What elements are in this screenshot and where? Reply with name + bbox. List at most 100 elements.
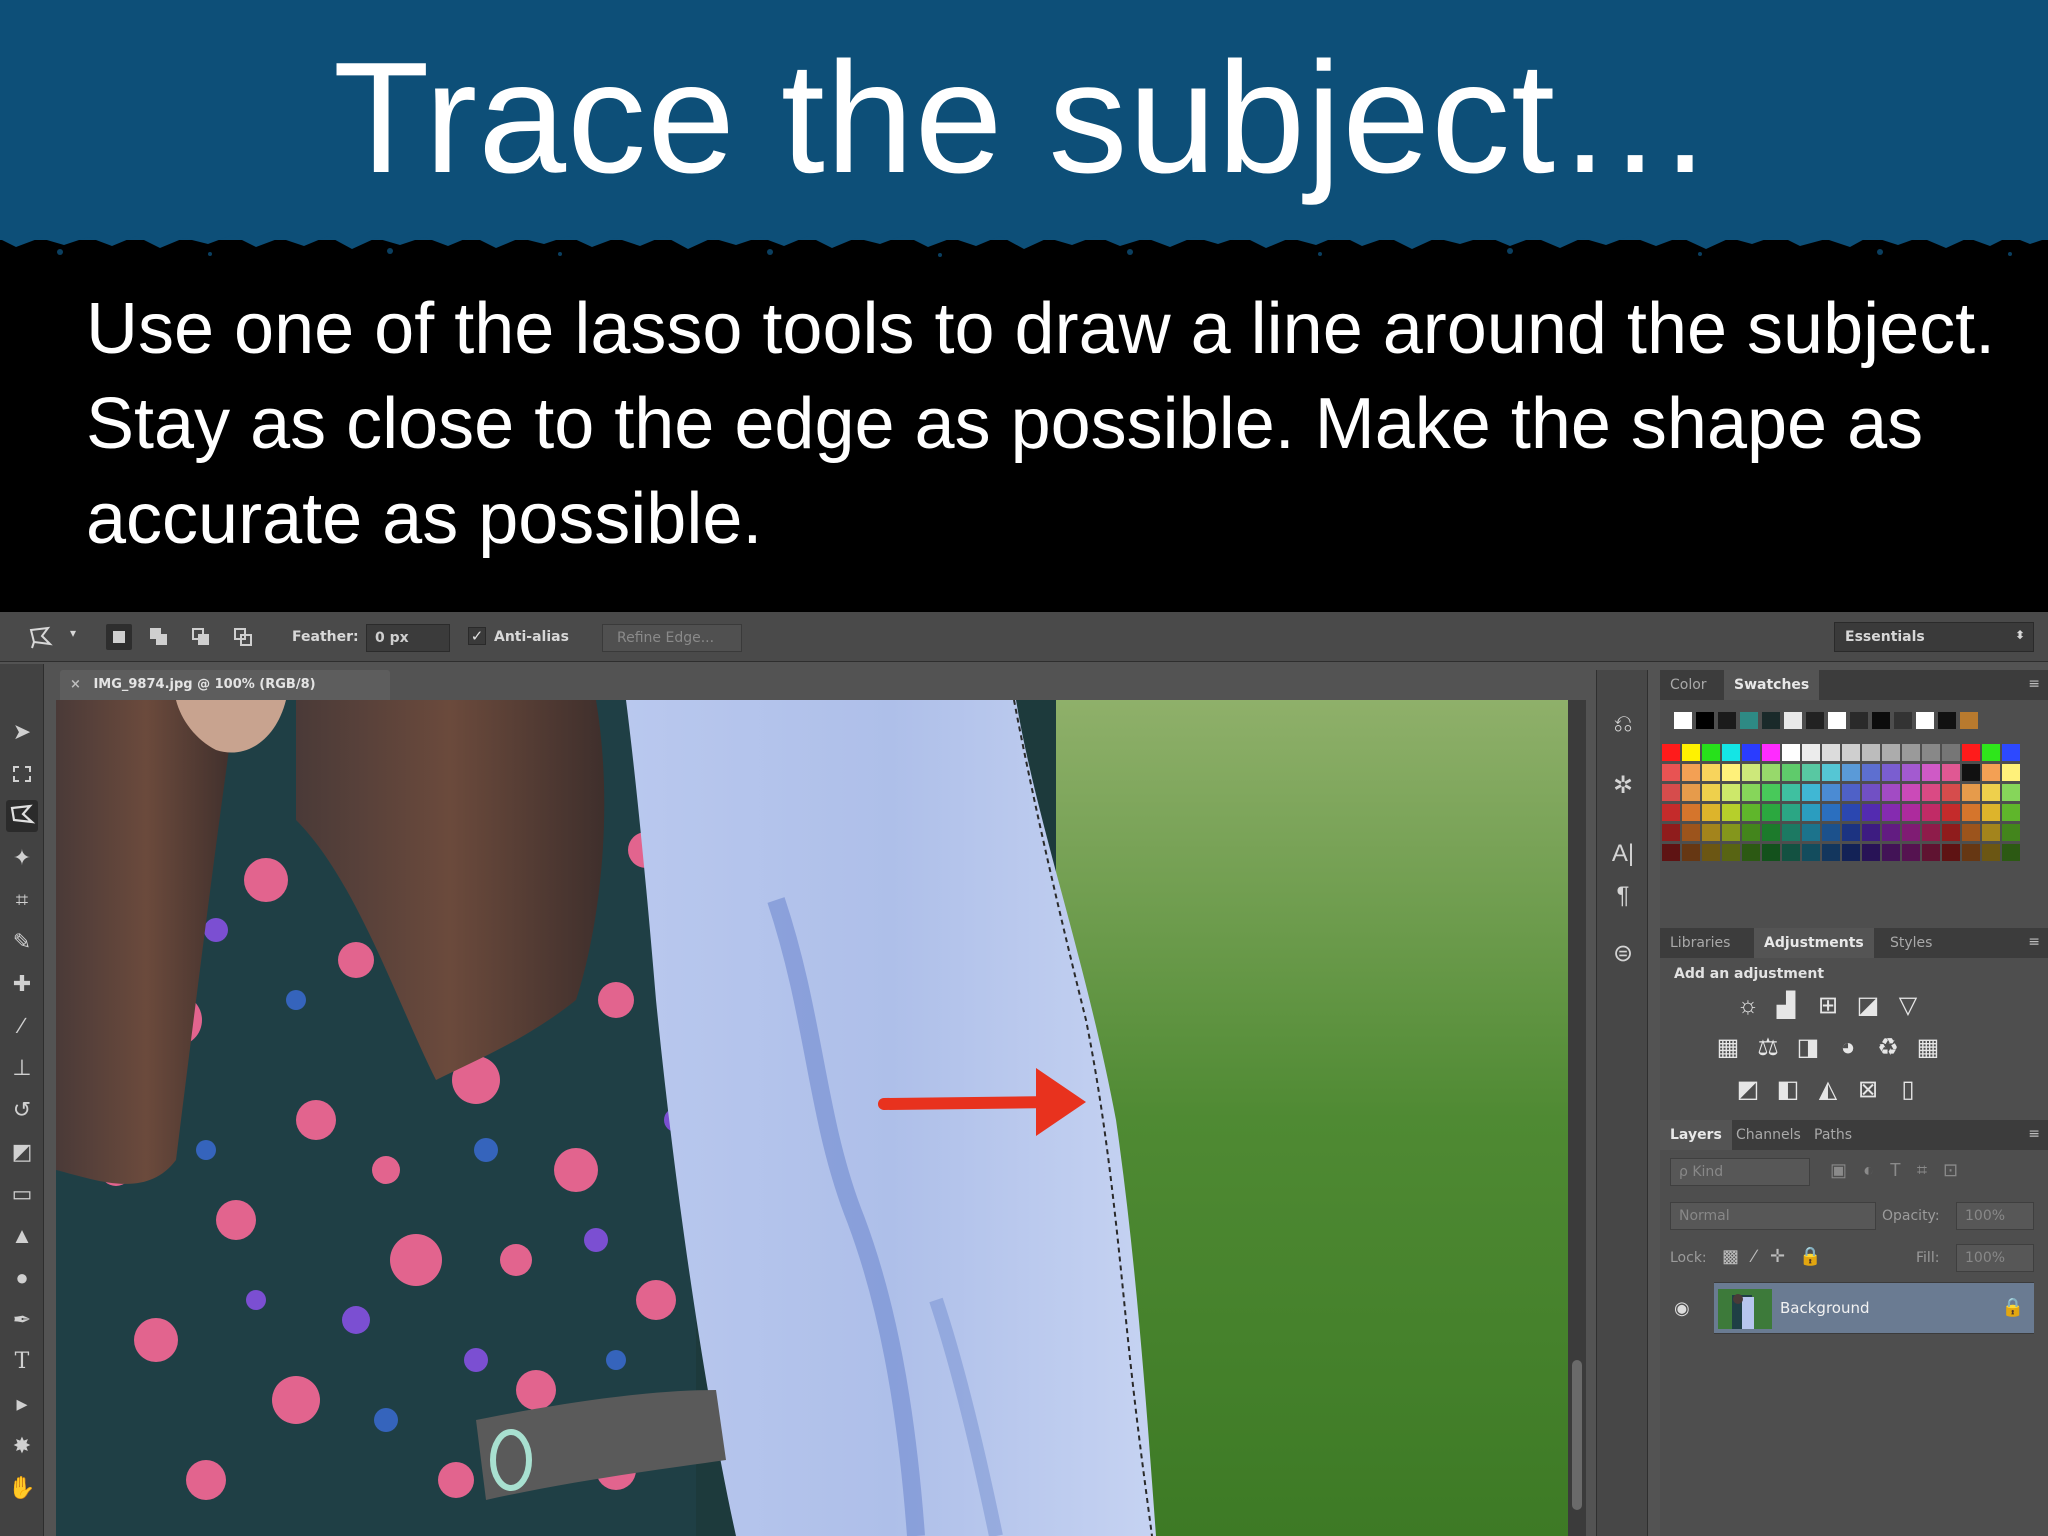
swatch[interactable] <box>1862 804 1880 821</box>
swatch[interactable] <box>1702 764 1720 781</box>
threshold-icon[interactable]: ◭ <box>1814 1076 1842 1104</box>
swatch[interactable] <box>1702 844 1720 861</box>
hand-tool-icon[interactable]: ✋ <box>6 1472 38 1504</box>
swatch[interactable] <box>1722 844 1740 861</box>
swatch[interactable] <box>2002 844 2020 861</box>
tool-preset-chevron-icon[interactable]: ▾ <box>70 626 76 640</box>
swatch[interactable] <box>1802 824 1820 841</box>
workspace-select[interactable]: Essentials ⬍ <box>1834 622 2034 652</box>
swatch[interactable] <box>2002 744 2020 761</box>
invert-icon[interactable]: ◩ <box>1734 1076 1762 1104</box>
swatch[interactable] <box>1942 844 1960 861</box>
curves-icon[interactable]: ⊞ <box>1814 992 1842 1020</box>
layer-filter-icons[interactable]: ▣◐T⌗⊡ <box>1830 1160 1974 1181</box>
custom-shape-tool-icon[interactable]: ✸ <box>6 1430 38 1462</box>
crop-tool-icon[interactable]: ⌗ <box>6 884 38 916</box>
swatch[interactable] <box>1862 744 1880 761</box>
swatch[interactable] <box>1702 784 1720 801</box>
swatch[interactable] <box>1782 784 1800 801</box>
swatch[interactable] <box>1982 744 2000 761</box>
swatch[interactable] <box>2002 764 2020 781</box>
pen-tool-icon[interactable]: ✒ <box>6 1304 38 1336</box>
swatch[interactable] <box>1722 764 1740 781</box>
swatch[interactable] <box>1882 784 1900 801</box>
color-balance-icon[interactable]: ⚖ <box>1754 1034 1782 1062</box>
swatch[interactable] <box>1942 824 1960 841</box>
swatch[interactable] <box>1782 824 1800 841</box>
swatch[interactable] <box>1662 804 1680 821</box>
swatch[interactable] <box>1822 744 1840 761</box>
swatch[interactable] <box>2002 824 2020 841</box>
swatch[interactable] <box>1682 784 1700 801</box>
swatch[interactable] <box>1802 844 1820 861</box>
panel-menu-icon[interactable]: ≡ <box>2028 934 2040 950</box>
swatch[interactable] <box>1982 824 2000 841</box>
swatch[interactable] <box>1922 784 1940 801</box>
swatch[interactable] <box>1702 744 1720 761</box>
swatch[interactable] <box>1962 764 1980 781</box>
swatch[interactable] <box>1842 824 1860 841</box>
swatch[interactable] <box>1682 824 1700 841</box>
swatch[interactable] <box>1722 784 1740 801</box>
exposure-icon[interactable]: ◪ <box>1854 992 1882 1020</box>
swatch[interactable] <box>1922 764 1940 781</box>
tab-libraries[interactable]: Libraries <box>1660 928 1740 958</box>
swatch[interactable] <box>1762 744 1780 761</box>
swatch[interactable] <box>1922 804 1940 821</box>
color-lookup-icon[interactable]: ▦ <box>1914 1034 1942 1062</box>
selective-color-icon[interactable]: ⊠ <box>1854 1076 1882 1104</box>
swatch[interactable] <box>1962 824 1980 841</box>
panel-menu-icon[interactable]: ≡ <box>2028 1126 2040 1142</box>
swatch[interactable] <box>2002 804 2020 821</box>
swatch[interactable] <box>1962 844 1980 861</box>
subtract-from-selection-icon[interactable] <box>188 624 214 650</box>
canvas-scrollbar[interactable] <box>1568 700 1586 1536</box>
swatch[interactable] <box>1762 784 1780 801</box>
swatch[interactable] <box>1822 804 1840 821</box>
swatch[interactable] <box>1962 804 1980 821</box>
swatch[interactable] <box>1982 764 2000 781</box>
tab-styles[interactable]: Styles <box>1880 928 1942 958</box>
healing-brush-tool-icon[interactable]: ✚ <box>6 968 38 1000</box>
swatch[interactable] <box>1902 844 1920 861</box>
refine-edge-button[interactable]: Refine Edge... <box>602 624 742 652</box>
posterize-icon[interactable]: ◧ <box>1774 1076 1802 1104</box>
swatch[interactable] <box>1822 764 1840 781</box>
swatch[interactable] <box>1662 784 1680 801</box>
brightness-contrast-icon[interactable]: ☼ <box>1734 992 1762 1020</box>
lock-options-icons[interactable]: ▩∕✛🔒 <box>1722 1246 1836 1267</box>
brush-settings-panel-icon[interactable]: ✲ <box>1607 770 1639 802</box>
magic-wand-tool-icon[interactable]: ✦ <box>6 842 38 874</box>
swatch[interactable] <box>1662 764 1680 781</box>
properties-panel-icon[interactable]: ⊜ <box>1607 938 1639 970</box>
antialias-checkbox[interactable]: ✓ <box>468 627 486 645</box>
history-panel-icon[interactable]: ⎌ <box>1607 708 1639 740</box>
swatch[interactable] <box>1722 804 1740 821</box>
eyedropper-tool-icon[interactable]: ✎ <box>6 926 38 958</box>
swatch[interactable] <box>1862 784 1880 801</box>
character-panel-icon[interactable]: A| <box>1607 838 1639 870</box>
swatch[interactable] <box>1942 744 1960 761</box>
swatch[interactable] <box>1762 844 1780 861</box>
swatch[interactable] <box>1662 844 1680 861</box>
layer-row-background[interactable]: Background 🔒 <box>1714 1282 2034 1334</box>
blur-tool-icon[interactable]: ▲ <box>6 1220 38 1252</box>
swatch[interactable] <box>1982 844 2000 861</box>
swatch[interactable] <box>1882 804 1900 821</box>
swatch[interactable] <box>1742 784 1760 801</box>
tab-paths[interactable]: Paths <box>1804 1120 1862 1150</box>
swatch[interactable] <box>1942 784 1960 801</box>
new-selection-icon[interactable] <box>106 624 132 650</box>
photo-filter-icon[interactable]: ◕ <box>1834 1034 1862 1062</box>
swatch[interactable] <box>1862 844 1880 861</box>
paragraph-panel-icon[interactable]: ¶ <box>1607 880 1639 912</box>
swatch[interactable] <box>1842 744 1860 761</box>
marquee-tool-icon[interactable] <box>6 758 38 790</box>
polygonal-lasso-icon[interactable] <box>28 624 54 650</box>
swatch[interactable] <box>1702 824 1720 841</box>
swatch[interactable] <box>1782 764 1800 781</box>
gradient-map-icon[interactable]: ▯ <box>1894 1076 1922 1104</box>
intersect-selection-icon[interactable] <box>230 624 256 650</box>
dodge-tool-icon[interactable]: ● <box>6 1262 38 1294</box>
blend-mode-select[interactable]: Normal <box>1670 1202 1876 1230</box>
